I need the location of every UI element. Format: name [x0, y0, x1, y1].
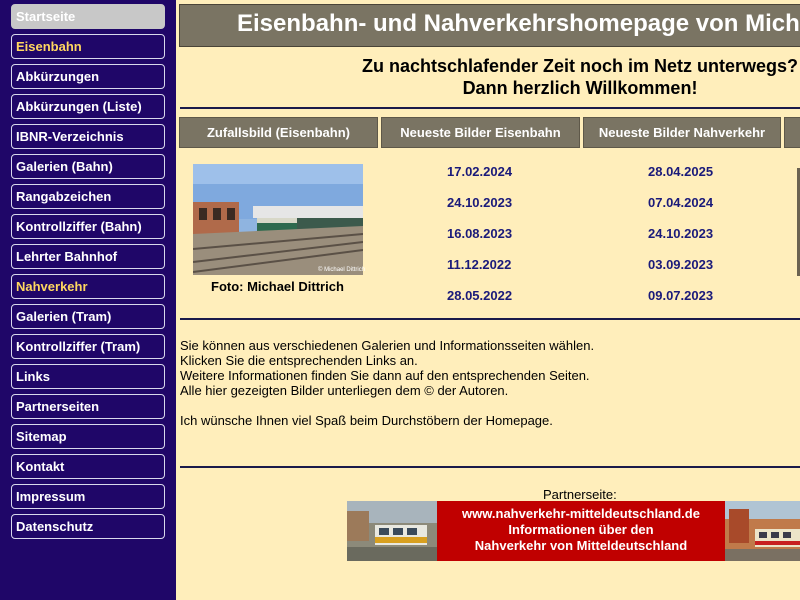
- divider-bottom: [180, 466, 800, 468]
- welcome-line-2: Dann herzlich Willkommen!: [462, 78, 698, 98]
- rail-date-link[interactable]: 24.10.2023: [447, 195, 512, 210]
- tram-photo-image: [725, 501, 800, 561]
- tram-photo-image: [347, 501, 437, 561]
- random-train-photo[interactable]: [193, 164, 363, 275]
- rail-date-link[interactable]: 11.12.2022: [447, 257, 511, 272]
- partner-banner-link[interactable]: www.nahverkehr-mitteldeutschland.de Info…: [437, 501, 725, 561]
- sidebar-item-abkuerzungen-liste[interactable]: Abkürzungen (Liste): [11, 94, 165, 119]
- tram-date-link[interactable]: 09.07.2023: [648, 288, 713, 303]
- sidebar-item-links[interactable]: Links: [11, 364, 165, 389]
- sidebar-item-startseite[interactable]: Startseite: [11, 4, 165, 29]
- partner-line-2: Informationen über den: [508, 522, 654, 537]
- partner-url[interactable]: www.nahverkehr-mitteldeutschland.de: [437, 506, 725, 522]
- info-text-line: Klicken Sie die entsprechenden Links an.: [180, 353, 418, 368]
- sidebar-item-kontrollziffer-bahn[interactable]: Kontrollziffer (Bahn): [11, 214, 165, 239]
- column-header-extra: [784, 117, 800, 148]
- partner-tram-photo-right[interactable]: [725, 501, 800, 561]
- info-closing-text: Ich wünsche Ihnen viel Spaß beim Durchst…: [180, 413, 553, 428]
- sidebar-item-galerien-tram[interactable]: Galerien (Tram): [11, 304, 165, 329]
- tram-date-link[interactable]: 24.10.2023: [648, 226, 713, 241]
- train-photo-image: [193, 164, 363, 275]
- info-text-line: Weitere Informationen finden Sie dann au…: [180, 368, 590, 383]
- column-header-tram: Neueste Bilder Nahverkehr: [583, 117, 781, 148]
- welcome-line-1: Zu nachtschlafender Zeit noch im Netz un…: [361, 56, 799, 76]
- sidebar-item-nahverkehr[interactable]: Nahverkehr: [11, 274, 165, 299]
- rail-date-link[interactable]: 16.08.2023: [447, 226, 512, 241]
- sidebar-item-kontakt[interactable]: Kontakt: [11, 454, 165, 479]
- photo-credit: Foto: Michael Dittrich: [211, 279, 344, 294]
- sidebar-item-lehrter-bahnhof[interactable]: Lehrter Bahnhof: [11, 244, 165, 269]
- column-header-random: Zufallsbild (Eisenbahn): [179, 117, 378, 148]
- sidebar-item-impressum[interactable]: Impressum: [11, 484, 165, 509]
- partner-label: Partnerseite:: [543, 487, 617, 502]
- sidebar-item-rangabzeichen[interactable]: Rangabzeichen: [11, 184, 165, 209]
- sidebar-item-datenschutz[interactable]: Datenschutz: [11, 514, 165, 539]
- sidebar-item-partnerseiten[interactable]: Partnerseiten: [11, 394, 165, 419]
- tram-date-link[interactable]: 03.09.2023: [648, 257, 713, 272]
- sidebar-item-ibnr[interactable]: IBNR-Verzeichnis: [11, 124, 165, 149]
- info-text-line: Sie können aus verschiedenen Galerien un…: [180, 338, 595, 353]
- partner-line-3: Nahverkehr von Mitteldeutschland: [474, 538, 688, 553]
- page-title: Eisenbahn- und Nahverkehrshomepage von M…: [237, 10, 800, 37]
- tram-date-link[interactable]: 07.04.2024: [648, 195, 713, 210]
- rail-date-link[interactable]: 17.02.2024: [447, 164, 512, 179]
- divider-top: [180, 107, 800, 109]
- partner-tram-photo-left[interactable]: [347, 501, 437, 561]
- column-header-rail: Neueste Bilder Eisenbahn: [381, 117, 580, 148]
- sidebar-item-abkuerzungen[interactable]: Abkürzungen: [11, 64, 165, 89]
- sidebar-item-galerien-bahn[interactable]: Galerien (Bahn): [11, 154, 165, 179]
- sidebar-item-kontrollziffer-tram[interactable]: Kontrollziffer (Tram): [11, 334, 165, 359]
- sidebar-item-eisenbahn[interactable]: Eisenbahn: [11, 34, 165, 59]
- tram-date-link[interactable]: 28.04.2025: [648, 164, 713, 179]
- divider-middle: [180, 318, 800, 320]
- info-text-line: Alle hier gezeigten Bilder unterliegen d…: [180, 383, 509, 398]
- rail-date-link[interactable]: 28.05.2022: [447, 288, 512, 303]
- sidebar-item-sitemap[interactable]: Sitemap: [11, 424, 165, 449]
- sidebar-nav: Startseite Eisenbahn Abkürzungen Abkürzu…: [0, 0, 176, 600]
- photo-watermark: © Michael Dittrich: [318, 267, 366, 273]
